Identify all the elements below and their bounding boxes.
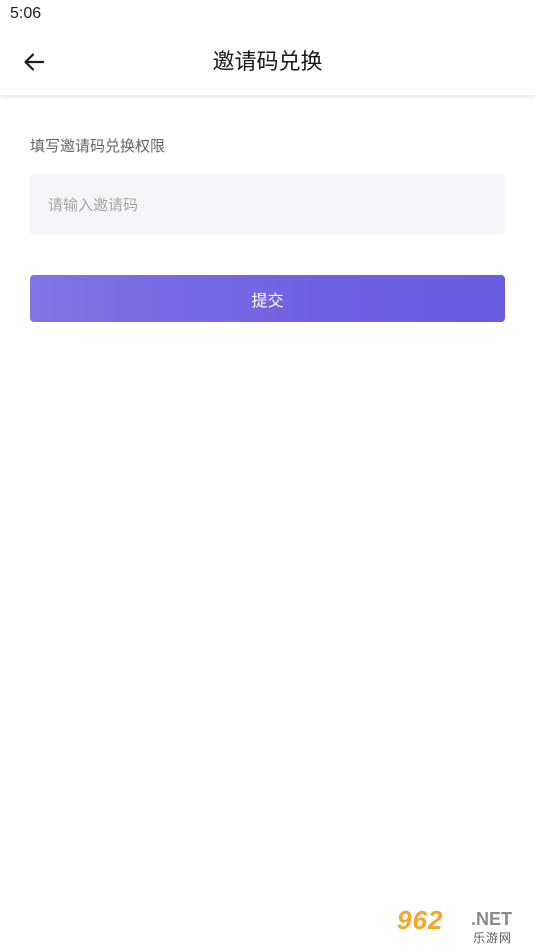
invite-code-screen: 5:06 邀请码兑换 填写邀请码兑换权限 提交 962 .NET 乐游网 bbox=[0, 0, 535, 951]
submit-button[interactable]: 提交 bbox=[30, 275, 505, 322]
watermark-sub: 乐游网 bbox=[473, 931, 513, 945]
form-label: 填写邀请码兑换权限 bbox=[30, 137, 166, 155]
back-button[interactable] bbox=[14, 42, 54, 82]
status-bar: 5:06 bbox=[0, 0, 535, 30]
status-time: 5:06 bbox=[10, 5, 42, 22]
watermark-main: 962 bbox=[397, 905, 444, 935]
invite-code-input[interactable] bbox=[30, 174, 505, 235]
watermark-net: .NET bbox=[471, 909, 513, 929]
app-bar: 邀请码兑换 bbox=[0, 30, 535, 96]
watermark-logo: 962 .NET 乐游网 bbox=[397, 905, 529, 945]
arrow-left-icon bbox=[24, 53, 45, 71]
page-title: 邀请码兑换 bbox=[212, 50, 323, 75]
